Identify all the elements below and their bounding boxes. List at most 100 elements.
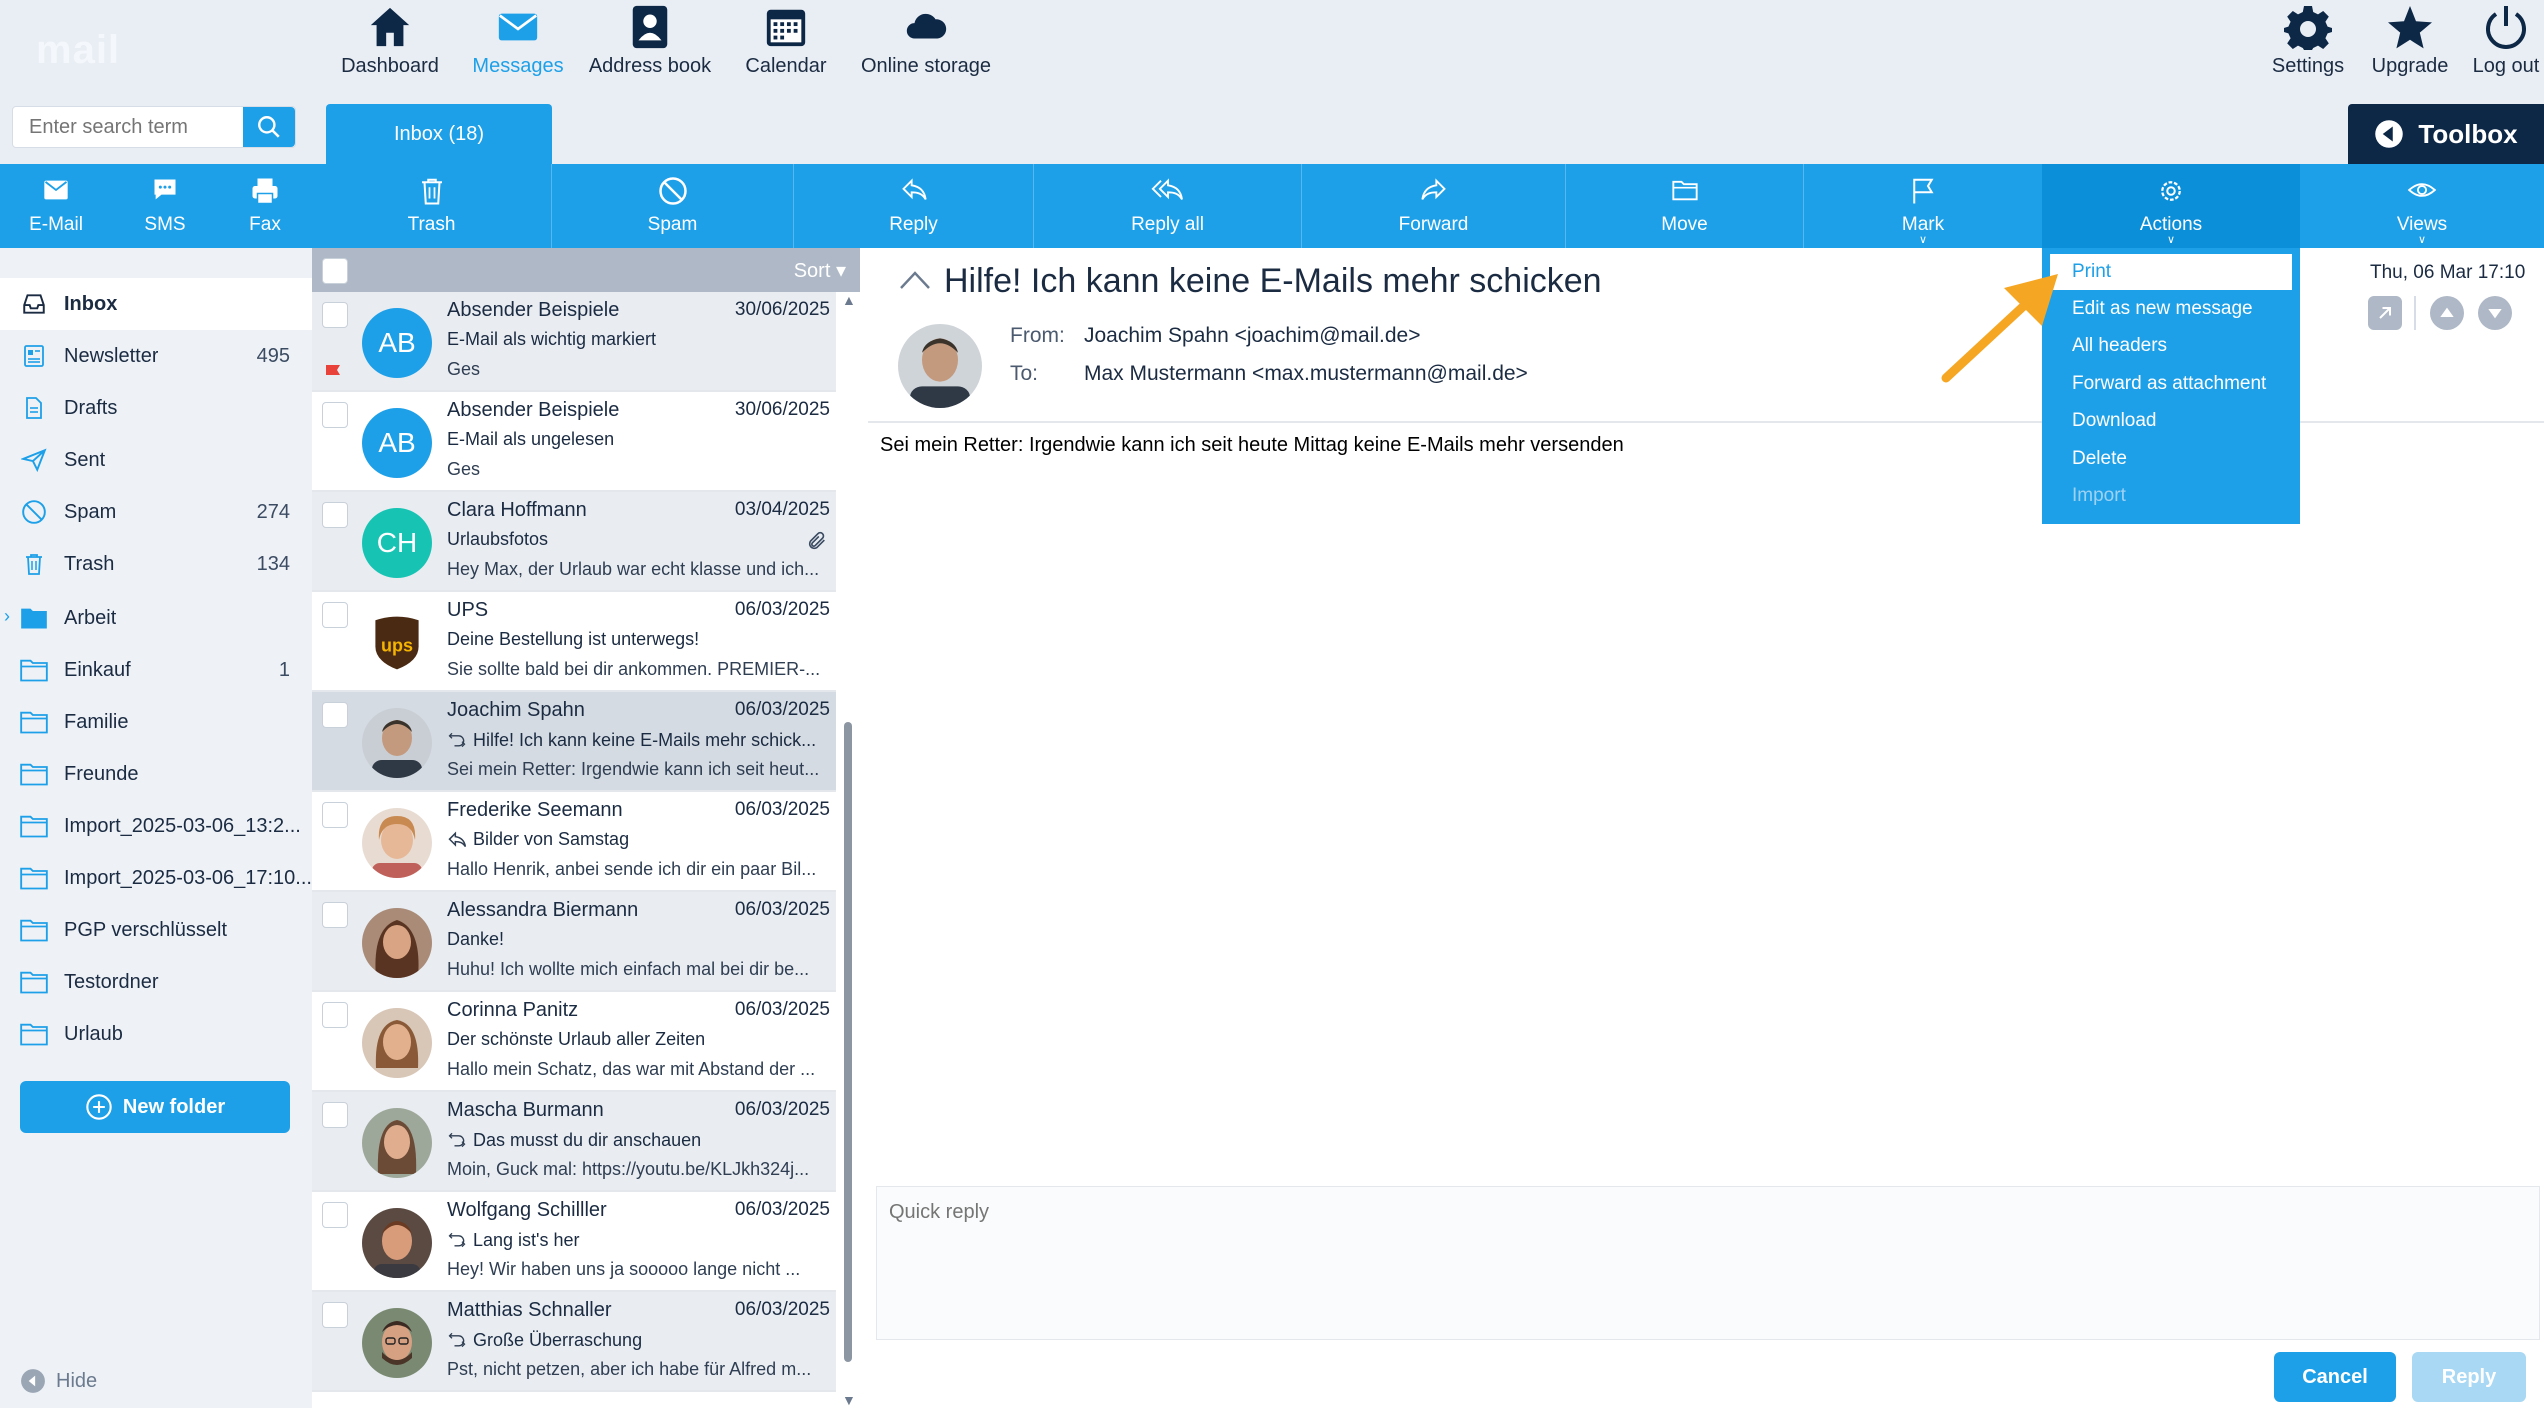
row-checkbox[interactable]: [322, 1302, 348, 1328]
scroll-up-icon[interactable]: ▲: [842, 292, 856, 308]
views-button[interactable]: Views ∨: [2300, 164, 2544, 248]
message-list-scrollbar[interactable]: ▲ ▼: [836, 292, 860, 1408]
fax-button[interactable]: Fax: [218, 164, 312, 248]
search-button[interactable]: [243, 107, 295, 147]
collapse-header-icon[interactable]: [898, 268, 932, 292]
sidebar-item-drafts[interactable]: Drafts: [0, 382, 312, 434]
message-row[interactable]: Corinna Panitz 06/03/2025 Der schönste U…: [312, 992, 836, 1092]
sidebar-item-arbeit[interactable]: › Arbeit: [0, 592, 312, 644]
to-address[interactable]: Max Mustermann <max.mustermann@mail.de>: [1084, 362, 1528, 386]
move-button[interactable]: Move: [1566, 164, 1804, 248]
open-external-icon: [2379, 307, 2391, 319]
sidebar-item-freunde[interactable]: Freunde: [0, 748, 312, 800]
new-folder-button[interactable]: New folder: [20, 1081, 290, 1133]
hide-sidebar-button[interactable]: Hide: [20, 1368, 97, 1394]
menu-item-edit-as-new[interactable]: Edit as new message: [2050, 291, 2292, 327]
nav-calendar[interactable]: Calendar: [722, 0, 850, 96]
message-row[interactable]: Matthias Schnaller 06/03/2025 Große Über…: [312, 1292, 836, 1392]
sidebar-item-testordner[interactable]: Testordner: [0, 956, 312, 1008]
row-checkbox[interactable]: [322, 1202, 348, 1228]
mark-button[interactable]: Mark ∨: [1804, 164, 2042, 248]
sidebar-item-import-1[interactable]: Import_2025-03-06_13:2...: [0, 800, 312, 852]
reply-button[interactable]: Reply: [794, 164, 1034, 248]
calendar-icon: [766, 9, 806, 47]
sidebar-item-spam[interactable]: Spam 274: [0, 486, 312, 538]
row-checkbox[interactable]: [322, 802, 348, 828]
nav-upgrade[interactable]: Upgrade: [2358, 0, 2462, 96]
envelope-icon: [44, 180, 68, 200]
scrollbar-thumb[interactable]: [844, 722, 852, 1362]
flag-icon[interactable]: [322, 362, 346, 386]
scroll-down-icon[interactable]: ▼: [842, 1392, 856, 1408]
message-row[interactable]: AB Absender Beispiele 30/06/2025 E-Mail …: [312, 392, 836, 492]
spam-button[interactable]: Spam: [552, 164, 794, 248]
row-checkbox[interactable]: [322, 302, 348, 328]
sms-button[interactable]: SMS: [112, 164, 218, 248]
menu-item-print[interactable]: Print: [2050, 254, 2292, 290]
nav-online-storage[interactable]: Online storage: [852, 0, 1000, 96]
logo[interactable]: mail: [36, 28, 216, 84]
sidebar-item-einkauf[interactable]: Einkauf 1: [0, 644, 312, 696]
row-checkbox[interactable]: [322, 1102, 348, 1128]
select-all-checkbox[interactable]: [322, 258, 348, 284]
sort-button[interactable]: Sort ▾: [794, 258, 846, 283]
toolbar-label: Forward: [1398, 214, 1469, 235]
nav-settings[interactable]: Settings: [2250, 0, 2366, 96]
send-icon: [21, 448, 47, 473]
message-subject: Das musst du dir anschauen: [447, 1129, 832, 1151]
sidebar-item-sent[interactable]: Sent: [0, 434, 312, 486]
row-checkbox[interactable]: [322, 1002, 348, 1028]
menu-item-forward-attachment[interactable]: Forward as attachment: [2050, 366, 2292, 402]
printer-icon: [252, 178, 278, 205]
quick-reply-input[interactable]: [876, 1186, 2540, 1340]
message-row[interactable]: Mascha Burmann 06/03/2025 Das musst du d…: [312, 1092, 836, 1192]
folder-label: Import_2025-03-06_13:2...: [64, 814, 301, 837]
next-message-button[interactable]: [2478, 296, 2512, 330]
message-row[interactable]: Frederike Seemann 06/03/2025 Bilder von …: [312, 792, 836, 892]
row-checkbox[interactable]: [322, 902, 348, 928]
message-row[interactable]: Alessandra Biermann 06/03/2025 Danke! Hu…: [312, 892, 836, 992]
reply-all-button[interactable]: Reply all: [1034, 164, 1302, 248]
forward-button[interactable]: Forward: [1302, 164, 1566, 248]
message-row[interactable]: AB Absender Beispiele 30/06/2025 E-Mail …: [312, 292, 836, 392]
menu-item-import: Import: [2072, 485, 2126, 506]
sidebar-item-import-2[interactable]: Import_2025-03-06_17:10...: [0, 852, 312, 904]
nav-dashboard[interactable]: Dashboard: [328, 0, 452, 96]
menu-item-all-headers[interactable]: All headers: [2050, 328, 2292, 364]
tab-inbox[interactable]: Inbox (18): [326, 104, 552, 164]
chevron-right-icon[interactable]: ›: [4, 606, 10, 627]
sidebar-item-inbox[interactable]: Inbox: [0, 278, 312, 330]
sidebar-item-familie[interactable]: Familie: [0, 696, 312, 748]
message-row[interactable]: Wolfgang Schilller 06/03/2025 Lang ist's…: [312, 1192, 836, 1292]
sidebar-item-newsletter[interactable]: Newsletter 495: [0, 330, 312, 382]
message-row-selected[interactable]: Joachim Spahn 06/03/2025 Hilfe! Ich kann…: [312, 692, 836, 792]
sidebar-item-trash[interactable]: Trash 134: [0, 538, 312, 590]
search-input[interactable]: [13, 107, 245, 147]
sidebar-item-pgp[interactable]: PGP verschlüsselt: [0, 904, 312, 956]
nav-messages[interactable]: Messages: [454, 0, 582, 96]
toolbox-button[interactable]: Toolbox: [2348, 104, 2544, 164]
folder-count: 495: [256, 344, 290, 367]
nav-address-book[interactable]: Address book: [580, 0, 720, 96]
message-sender: Clara Hoffmann: [447, 499, 587, 521]
message-row[interactable]: CH Clara Hoffmann 03/04/2025 Urlaubsfoto…: [312, 492, 836, 592]
menu-item-delete[interactable]: Delete: [2050, 441, 2292, 477]
sidebar-item-urlaub[interactable]: Urlaub: [0, 1008, 312, 1060]
search-box: [12, 106, 296, 148]
trash-button[interactable]: Trash: [312, 164, 552, 248]
from-address[interactable]: Joachim Spahn <joachim@mail.de>: [1084, 324, 1421, 348]
menu-item-download[interactable]: Download: [2050, 403, 2292, 439]
message-row[interactable]: ups UPS 06/03/2025 Deine Bestellung ist …: [312, 592, 836, 692]
nav-logout[interactable]: Log out: [2456, 0, 2544, 96]
open-external-button[interactable]: [2368, 296, 2402, 330]
send-reply-button[interactable]: Reply: [2412, 1352, 2526, 1402]
row-checkbox[interactable]: [322, 602, 348, 628]
actions-button[interactable]: Actions ∨: [2042, 164, 2300, 248]
row-checkbox[interactable]: [322, 402, 348, 428]
previous-message-button[interactable]: [2430, 296, 2464, 330]
message-subject: Urlaubsfotos: [447, 529, 832, 550]
cancel-button[interactable]: Cancel: [2274, 1352, 2396, 1402]
email-button[interactable]: E-Mail: [0, 164, 112, 248]
row-checkbox[interactable]: [322, 702, 348, 728]
row-checkbox[interactable]: [322, 502, 348, 528]
